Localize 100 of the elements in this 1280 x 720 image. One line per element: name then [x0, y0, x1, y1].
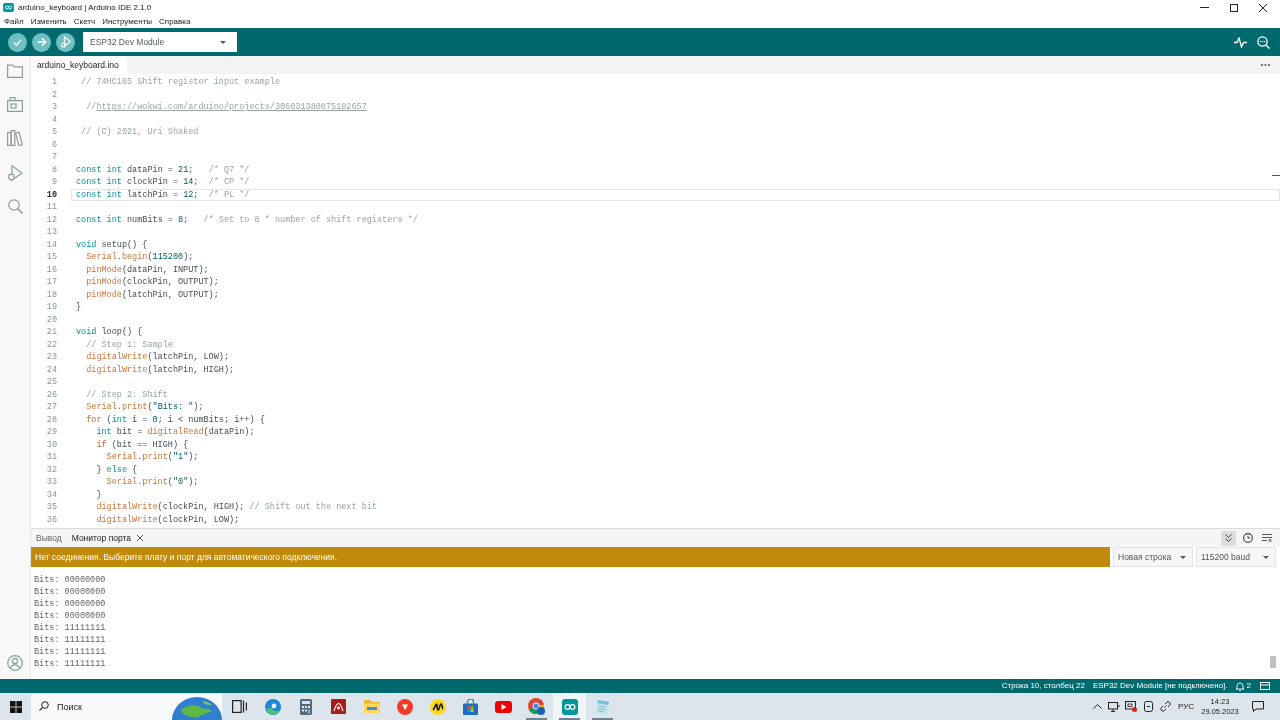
line-number: 16: [45, 263, 57, 276]
app-disc-icon: [429, 698, 446, 715]
code-line: pinMode(clockPin, OUTPUT);: [86, 276, 219, 289]
magnifier-icon[interactable]: [1257, 35, 1270, 49]
line-number: 13: [45, 226, 57, 239]
task-view-icon: [232, 700, 247, 713]
clock-icon[interactable]: [1242, 533, 1253, 543]
output-line: Bits: 00000000: [34, 574, 106, 586]
line-number: 8: [50, 163, 57, 176]
debug-button[interactable]: [56, 32, 75, 52]
menu-item[interactable]: Справка: [159, 17, 191, 26]
line-number: 1: [50, 76, 57, 89]
notification-count[interactable]: 2: [1246, 680, 1251, 692]
line-number: 7: [50, 151, 57, 164]
calculator-icon: [299, 698, 312, 715]
code-line: // 74HC165 Shift register input example: [81, 76, 281, 89]
baud-dropdown[interactable]: 115200 baud: [1196, 547, 1276, 567]
code-line: const int clockPin = 14; /* CP */: [76, 176, 250, 189]
code-line: }: [76, 301, 82, 314]
code-line: digitalWrite(clockPin, HIGH); // Shift out the next bit: [96, 501, 377, 514]
shopping-bag-icon: [463, 698, 478, 715]
menu-item[interactable]: Изменить: [30, 17, 67, 26]
search-icon[interactable]: [7, 199, 23, 214]
line-number: 25: [45, 376, 57, 389]
folder-icon: [363, 700, 380, 713]
code-line: //https://wokwi.com/arduino/projects/306031380875182657: [86, 101, 367, 114]
line-number: 10: [45, 188, 57, 201]
menu-item[interactable]: Файл: [4, 17, 24, 26]
code-line: // Step 1: Sample: [86, 338, 173, 351]
board-selector[interactable]: ESP32 Dev Module: [83, 32, 237, 52]
verify-button[interactable]: [8, 32, 27, 52]
board-status[interactable]: ESP32 Dev Module [не подключено].: [1092, 680, 1228, 692]
search-icon: [39, 701, 49, 711]
line-number: 3: [50, 101, 57, 114]
panel-layout-icon[interactable]: [1260, 682, 1270, 690]
code-line: Serial.print("1");: [106, 451, 199, 464]
app-disc-icon: [396, 698, 413, 715]
double-chevron-icon: [1225, 534, 1232, 542]
autoscroll-button[interactable]: [1221, 530, 1236, 546]
editor-tab[interactable]: arduino_keyboard.ino: [31, 56, 127, 74]
upload-button[interactable]: [32, 32, 51, 52]
window-title: arduino_keyboard | Arduino IDE 2.1.0: [18, 3, 152, 12]
windows-icon[interactable]: [9, 700, 22, 713]
notepad-icon: [595, 698, 610, 715]
close-icon[interactable]: [137, 535, 144, 541]
pulse-icon[interactable]: [1234, 36, 1247, 48]
code-line: for (int i = 0; i < numBits; i++) {: [86, 413, 265, 426]
code-line: const int latchPin = 12; /* PL */: [76, 188, 250, 201]
code-line: // (C) 2021, Uri Shaked: [81, 126, 199, 139]
chevron-up-icon[interactable]: [1092, 704, 1102, 709]
line-number: 30: [45, 438, 57, 451]
line-number: 14: [45, 238, 57, 251]
output-line: Bits: 00000000: [34, 610, 106, 622]
clear-list-icon[interactable]: [1261, 534, 1272, 542]
line-number: 9: [50, 176, 57, 189]
bell-icon[interactable]: [1235, 681, 1244, 691]
line-number: 5: [50, 126, 57, 139]
line-number: 36: [45, 513, 57, 526]
swirl-icon: [264, 698, 281, 715]
line-number: 4: [50, 113, 57, 126]
code-line: // Step 2: Shift: [86, 388, 168, 401]
menu-item[interactable]: Скетч: [73, 17, 96, 26]
code-line: void loop() {: [76, 326, 143, 339]
line-number: 33: [45, 476, 57, 489]
language-indicator[interactable]: РУС: [1177, 700, 1195, 713]
folder-icon[interactable]: [7, 64, 23, 78]
caret-icon: [1263, 555, 1269, 559]
panel-tab[interactable]: Монитор порта: [66, 529, 149, 547]
line-number: 34: [45, 488, 57, 501]
books-icon[interactable]: [7, 130, 23, 146]
link-icon[interactable]: [1159, 701, 1171, 712]
close-icon[interactable]: [1258, 3, 1267, 12]
cursor-position[interactable]: Строка 10, столбец 22: [1001, 680, 1085, 692]
device-icon[interactable]: [1143, 701, 1153, 712]
user-icon[interactable]: [7, 655, 23, 671]
line-number: 18: [45, 288, 57, 301]
line-number: 19: [45, 301, 57, 314]
code-line: int bit = digitalRead(dataPin);: [96, 426, 255, 439]
maximize-icon[interactable]: [1229, 3, 1238, 12]
infinity-logo-icon: [3, 3, 14, 12]
menu-item[interactable]: Инструменты: [102, 17, 153, 26]
line-number: 22: [45, 338, 57, 351]
display-icon[interactable]: [1125, 701, 1137, 712]
browser-icon: [528, 698, 545, 715]
line-number: 28: [45, 413, 57, 426]
board-icon[interactable]: [7, 96, 23, 112]
code-line: pinMode(latchPin, OUTPUT);: [86, 288, 219, 301]
output-line: Bits: 00000000: [34, 586, 106, 598]
panel-tab[interactable]: Вывод: [31, 529, 67, 547]
line-number: 20: [45, 313, 57, 326]
scrollbar-thumb[interactable]: [1270, 656, 1276, 668]
line-number: 6: [50, 138, 57, 151]
line-number: 17: [45, 276, 57, 289]
notification-icon[interactable]: [1252, 701, 1264, 712]
play-bug-icon[interactable]: [7, 164, 23, 181]
code-line: const int dataPin = 21; /* Q7 */: [76, 163, 250, 176]
network-icon[interactable]: [1108, 701, 1120, 712]
line-number: 32: [45, 463, 57, 476]
line-ending-dropdown[interactable]: Новая строка: [1113, 547, 1193, 567]
code-line: pinMode(dataPin, INPUT);: [86, 263, 209, 276]
